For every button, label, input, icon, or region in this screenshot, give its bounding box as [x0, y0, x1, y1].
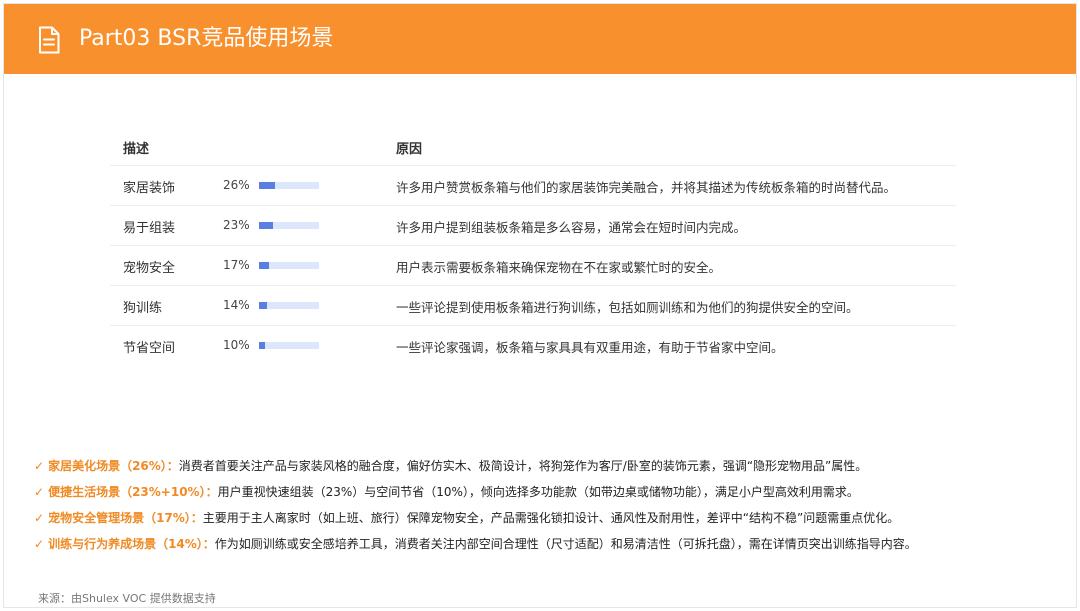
table-row: 宠物安全 17% 用户表示需要板条箱来确保宠物在不在家或繁忙时的安全。	[110, 246, 956, 286]
check-icon: ✓	[34, 459, 45, 473]
column-header-reason: 原因	[396, 142, 423, 157]
row-reason: 一些评论家强调，板条箱与家具具有双重用途，有助于节省家中空间。	[396, 340, 784, 355]
progress-fill	[259, 302, 267, 309]
progress-bar	[259, 342, 319, 349]
insight-heading: 训练与行为养成场景（14%）：	[48, 537, 215, 551]
row-percent: 10%	[223, 338, 250, 352]
row-desc: 节省空间	[123, 341, 176, 356]
row-reason: 一些评论提到使用板条箱进行狗训练，包括如厕训练和为他们的狗提供安全的空间。	[396, 300, 859, 315]
row-desc: 宠物安全	[123, 261, 176, 276]
page-title: Part03 BSR竞品使用场景	[79, 26, 334, 51]
check-icon: ✓	[34, 511, 45, 525]
insight-heading: 便捷生活场景（23%+10%）：	[48, 485, 218, 499]
insight-text: 主要用于主人离家时（如上班、旅行）保障宠物安全，产品需强化锁扣设计、通风性及耐用…	[202, 511, 900, 525]
progress-bar	[259, 302, 319, 309]
row-percent: 17%	[223, 258, 250, 272]
row-desc: 家居装饰	[123, 181, 176, 196]
row-reason: 许多用户赞赏板条箱与他们的家居装饰完美融合，并将其描述为传统板条箱的时尚替代品。	[396, 180, 897, 195]
row-percent: 26%	[223, 178, 250, 192]
insight-text: 作为如厕训练或安全感培养工具，消费者关注内部空间合理性（尺寸适配）和易清洁性（可…	[214, 537, 917, 551]
table-row: 易于组装 23% 许多用户提到组装板条箱是多么容易，通常会在短时间内完成。	[110, 206, 956, 246]
insight-text: 消费者首要关注产品与家装风格的融合度，偏好仿实木、极简设计，将狗笼作为客厅/卧室…	[178, 459, 868, 473]
row-percent: 14%	[223, 298, 250, 312]
header-bar: Part03 BSR竞品使用场景	[4, 4, 1076, 74]
progress-fill	[259, 182, 275, 189]
insight-heading: 宠物安全管理场景（17%）：	[48, 511, 203, 525]
table-row: 狗训练 14% 一些评论提到使用板条箱进行狗训练，包括如厕训练和为他们的狗提供安…	[110, 286, 956, 326]
progress-bar	[259, 222, 319, 229]
progress-fill	[259, 342, 265, 349]
table-header: 描述 原因	[110, 130, 956, 166]
insight-item: ✓ 训练与行为养成场景（14%）：作为如厕训练或安全感培养工具，消费者关注内部空间…	[34, 534, 1064, 560]
progress-bar	[259, 262, 319, 269]
insight-list: ✓ 家居美化场景（26%）：消费者首要关注产品与家装风格的融合度，偏好仿实木、极简…	[34, 456, 1064, 560]
row-desc: 易于组装	[123, 221, 176, 236]
insight-text: 用户重视快速组装（23%）与空间节省（10%），倾向选择多功能款（如带边桌或储物…	[217, 485, 859, 499]
row-reason: 许多用户提到组装板条箱是多么容易，通常会在短时间内完成。	[396, 220, 747, 235]
row-reason: 用户表示需要板条箱来确保宠物在不在家或繁忙时的安全。	[396, 260, 722, 275]
source-note: 来源：由Shulex VOC 提供数据支持	[38, 592, 216, 605]
progress-fill	[259, 262, 269, 269]
slide: Part03 BSR竞品使用场景 描述 原因 家居装饰 26% 许多用户赞赏板条…	[3, 3, 1077, 608]
row-desc: 狗训练	[123, 301, 163, 316]
progress-bar	[259, 182, 319, 189]
usage-table: 描述 原因 家居装饰 26% 许多用户赞赏板条箱与他们的家居装饰完美融合，并将其…	[110, 130, 956, 366]
table-row: 节省空间 10% 一些评论家强调，板条箱与家具具有双重用途，有助于节省家中空间。	[110, 326, 956, 366]
column-header-desc: 描述	[123, 142, 150, 157]
insight-heading: 家居美化场景（26%）：	[48, 459, 179, 473]
progress-fill	[259, 222, 273, 229]
document-icon	[39, 26, 60, 54]
check-icon: ✓	[34, 537, 45, 551]
insight-item: ✓ 宠物安全管理场景（17%）：主要用于主人离家时（如上班、旅行）保障宠物安全，产…	[34, 508, 1064, 534]
row-percent: 23%	[223, 218, 250, 232]
table-row: 家居装饰 26% 许多用户赞赏板条箱与他们的家居装饰完美融合，并将其描述为传统板…	[110, 166, 956, 206]
insight-item: ✓ 便捷生活场景（23%+10%）：用户重视快速组装（23%）与空间节省（10%）…	[34, 482, 1064, 508]
check-icon: ✓	[34, 485, 45, 499]
insight-item: ✓ 家居美化场景（26%）：消费者首要关注产品与家装风格的融合度，偏好仿实木、极简…	[34, 456, 1064, 482]
